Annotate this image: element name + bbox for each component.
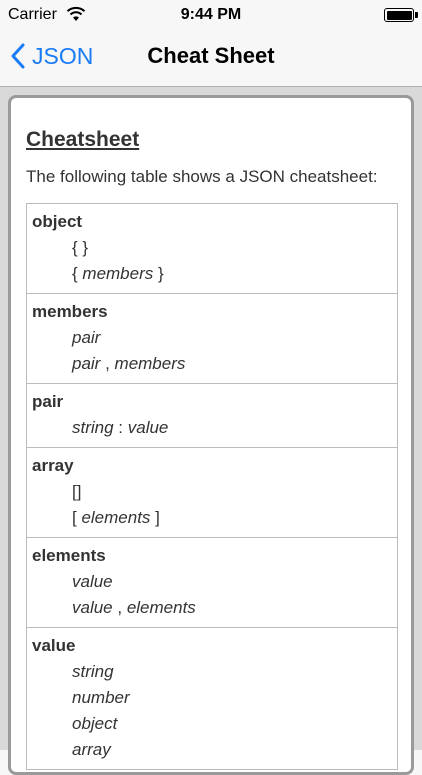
production-symbol: object bbox=[72, 714, 118, 733]
grammar-production: number bbox=[32, 685, 392, 711]
production-symbol: pair bbox=[72, 354, 101, 373]
grammar-production: array bbox=[32, 737, 392, 763]
production-symbol: elements bbox=[126, 598, 196, 617]
production-literal: [] bbox=[72, 482, 82, 501]
production-literal: { bbox=[72, 264, 83, 283]
intro-text: The following table shows a JSON cheatsh… bbox=[26, 167, 378, 186]
grammar-production: [ elements ] bbox=[32, 505, 392, 531]
grammar-term: pair bbox=[32, 392, 64, 411]
navigation-bar: JSON Cheat Sheet bbox=[0, 30, 422, 87]
grammar-production: string bbox=[32, 659, 392, 685]
production-symbol: members bbox=[114, 354, 186, 373]
table-cell: members pair pair , members bbox=[26, 293, 398, 384]
grammar-term: elements bbox=[32, 546, 106, 565]
page-title: Cheat Sheet bbox=[147, 43, 275, 68]
production-symbol: value bbox=[72, 572, 113, 591]
table-row: elements value value , elements bbox=[26, 537, 398, 628]
production-symbol: value bbox=[72, 598, 113, 617]
table-cell: pair string : value bbox=[26, 383, 398, 448]
table-cell: value string number object array bbox=[26, 627, 398, 770]
table-row: pair string : value bbox=[26, 383, 398, 448]
grammar-production: string : value bbox=[32, 415, 392, 441]
content-card[interactable]: Cheatsheet The following table shows a J… bbox=[8, 95, 414, 775]
production-symbol: elements bbox=[81, 508, 151, 527]
grammar-production: { } bbox=[32, 235, 392, 261]
grammar-term: object bbox=[32, 212, 83, 231]
table-cell: array [] [ elements ] bbox=[26, 447, 398, 538]
production-symbol: pair bbox=[72, 328, 101, 347]
table-cell: object{ }{ members } bbox=[27, 204, 398, 294]
production-symbol: number bbox=[72, 688, 130, 707]
production-symbol: string bbox=[72, 418, 114, 437]
grammar-term: array bbox=[32, 456, 74, 475]
grammar-production: pair , members bbox=[32, 351, 392, 377]
status-bar: Carrier 9:44 PM bbox=[0, 0, 422, 30]
clock: 9:44 PM bbox=[180, 6, 242, 23]
grammar-production: object bbox=[32, 711, 392, 737]
grammar-production: value , elements bbox=[32, 595, 392, 621]
production-literal: { } bbox=[72, 238, 89, 257]
grammar-production: { members } bbox=[32, 261, 392, 287]
battery-icon bbox=[384, 8, 414, 22]
production-literal: } bbox=[153, 264, 164, 283]
production-symbol: members bbox=[82, 264, 154, 283]
battery-tip bbox=[415, 12, 418, 18]
grammar-production: value bbox=[32, 569, 392, 595]
table-cell: elements value value , elements bbox=[26, 537, 398, 628]
production-literal: , bbox=[100, 354, 115, 373]
production-literal: : bbox=[113, 418, 128, 437]
production-literal: ] bbox=[150, 508, 160, 527]
grammar-term: value bbox=[32, 636, 76, 655]
production-literal: , bbox=[112, 598, 127, 617]
cheatsheet-table: object{ }{ members } members pair pair , me… bbox=[26, 203, 398, 770]
grammar-production: [] bbox=[32, 479, 392, 505]
table-row: members pair pair , members bbox=[26, 293, 398, 384]
production-symbol: string bbox=[72, 662, 114, 681]
production-symbol: value bbox=[127, 418, 169, 437]
grammar-term: members bbox=[32, 302, 108, 321]
section-heading: Cheatsheet bbox=[26, 128, 140, 151]
table-row: array [] [ elements ] bbox=[26, 447, 398, 538]
grammar-production: pair bbox=[32, 325, 392, 351]
table-row: object{ }{ members } bbox=[27, 204, 398, 294]
table-row: value string number object array bbox=[26, 627, 398, 770]
